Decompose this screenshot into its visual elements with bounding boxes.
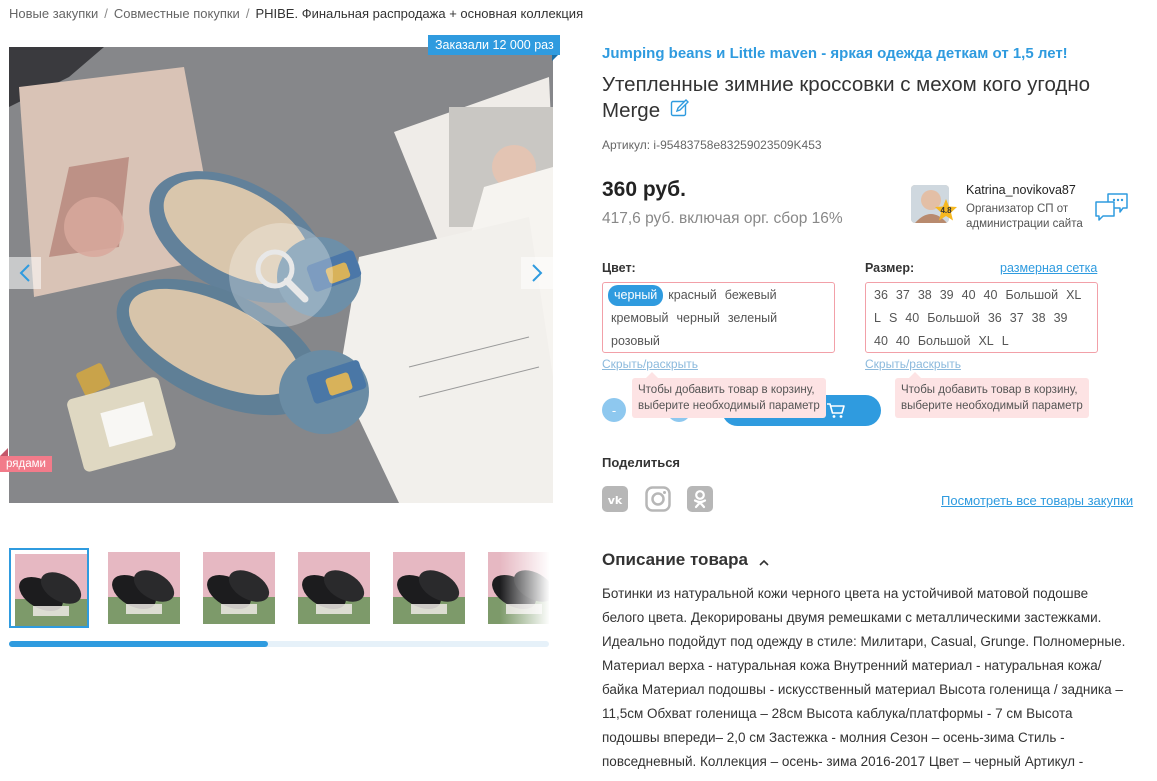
color-toggle-link[interactable]: Скрыть/раскрыть [602, 357, 698, 371]
tooltip-line: выберите необходимый параметр [638, 400, 820, 412]
ryadami-badge: рядами [0, 456, 52, 472]
chat-button[interactable] [1094, 191, 1130, 228]
size-option[interactable]: 39 [937, 285, 957, 306]
edit-icon[interactable] [670, 98, 690, 125]
price-with-fee: 417,6 руб. включая орг. сбор 16% [602, 210, 843, 227]
quantity-minus-button[interactable]: - [602, 398, 626, 422]
magnifier-icon [255, 249, 309, 303]
all-goods-link[interactable]: Посмотреть все товары закупки [941, 493, 1133, 508]
product-article: Артикул: i-95483758e83259023509K453 [602, 138, 822, 152]
size-option[interactable]: 40 [959, 285, 979, 306]
color-label: Цвет: [602, 261, 636, 275]
color-option[interactable]: черный [608, 285, 664, 306]
color-option[interactable]: бежевый [722, 285, 780, 306]
organizer-name[interactable]: Katrina_novikova87 [966, 183, 1076, 197]
size-option[interactable]: Большой [915, 331, 974, 352]
color-option[interactable]: черный [674, 308, 723, 329]
size-option[interactable]: 36 [871, 285, 891, 306]
size-option[interactable]: L [871, 308, 884, 329]
thumbnail-image [108, 552, 180, 624]
chevron-left-icon [19, 264, 30, 282]
ordered-count-badge: Заказали 12 000 раз [428, 35, 560, 55]
badge-fold [0, 448, 8, 456]
vk-icon[interactable]: vk [602, 486, 628, 512]
share-label: Поделиться [602, 455, 681, 470]
size-option[interactable]: 40 [981, 285, 1001, 306]
color-option[interactable]: розовый [608, 331, 663, 352]
size-required-tooltip: Чтобы добавить товар в корзину, выберите… [895, 372, 1089, 418]
color-option[interactable]: кремовый [608, 308, 672, 329]
size-option[interactable]: 40 [893, 331, 913, 352]
breadcrumb-item[interactable]: Новые закупки [9, 6, 98, 21]
tooltip-line: Чтобы добавить товар в корзину, [638, 384, 815, 396]
gallery-next-button[interactable] [521, 257, 553, 289]
product-title: Утепленные зимние кроссовки с мехом кого… [602, 72, 1142, 125]
thumbnail[interactable] [199, 548, 279, 628]
instagram-icon[interactable] [645, 486, 671, 512]
thumbnail-strip [9, 548, 549, 628]
tooltip-line: Чтобы добавить товар в корзину, [901, 384, 1078, 396]
chevron-up-icon [758, 551, 770, 571]
breadcrumb-separator: / [245, 6, 250, 21]
thumbnail-image [15, 554, 87, 626]
chat-bubbles-icon [1095, 193, 1128, 221]
breadcrumb-separator: / [104, 6, 108, 21]
thumbnail-image [298, 552, 370, 624]
svg-text:vk: vk [608, 494, 623, 507]
organizer-rating: 4.8 [940, 205, 952, 215]
size-option[interactable]: XL [1063, 285, 1084, 306]
size-option[interactable]: 40 [871, 331, 891, 352]
organizer-description: Организатор СП от администрации сайта [966, 203, 1083, 230]
size-option[interactable]: XL [975, 331, 996, 352]
size-option[interactable]: 37 [1007, 308, 1027, 329]
description-title: Описание товара [602, 550, 748, 569]
thumbnail[interactable] [294, 548, 374, 628]
size-option[interactable]: Большой [1002, 285, 1061, 306]
color-option[interactable]: красный [665, 285, 720, 306]
size-option[interactable]: 40 [902, 308, 922, 329]
zoom-button[interactable] [229, 223, 333, 327]
size-option[interactable]: 36 [985, 308, 1005, 329]
promo-link[interactable]: Jumping beans и Little maven - яркая оде… [602, 45, 1068, 62]
breadcrumb-current[interactable]: PHIBE. Финальная распродажа + основная к… [255, 6, 583, 21]
size-toggle-link[interactable]: Скрыть/раскрыть [865, 357, 961, 371]
size-option[interactable]: L [999, 331, 1012, 352]
organizer-rating-badge: 4.8 [934, 198, 958, 222]
tooltip-line: выберите необходимый параметр [901, 400, 1083, 412]
chevron-right-icon [532, 264, 543, 282]
color-options: черный красный бежевыйкремовый черный зелены… [602, 282, 835, 353]
size-option[interactable]: S [886, 308, 900, 329]
description-header[interactable]: Описание товара [602, 550, 770, 571]
size-option[interactable]: 38 [1029, 308, 1049, 329]
thumbnail[interactable] [104, 548, 184, 628]
thumbnail-image [393, 552, 465, 624]
size-options: 36 37 38 39 40 40 Большой XLL S 40 Большой 36 37 38 39… [865, 282, 1098, 353]
color-required-tooltip: Чтобы добавить товар в корзину, выберите… [632, 372, 826, 418]
size-option[interactable]: 37 [893, 285, 913, 306]
odnoklassniki-icon[interactable] [687, 486, 713, 512]
scrollbar-thumb[interactable] [9, 641, 269, 647]
price: 360 руб. [602, 178, 686, 201]
thumbnail-image [203, 552, 275, 624]
thumbnail[interactable] [9, 548, 89, 628]
size-option[interactable]: Большой [924, 308, 983, 329]
color-option[interactable]: зеленый [725, 308, 780, 329]
size-label: Размер: [865, 261, 915, 275]
thumbnail-fade [500, 548, 550, 628]
size-chart-link[interactable]: размерная сетка [1000, 261, 1097, 275]
thumbnail-scrollbar[interactable] [9, 641, 549, 647]
description-text: Ботинки из натуральной кожи черного цвет… [602, 586, 1126, 769]
breadcrumb: Новые закупки / Совместные покупки / PHIBE. … [9, 6, 583, 21]
gallery-prev-button[interactable] [9, 257, 41, 289]
size-option[interactable]: 38 [915, 285, 935, 306]
cart-icon [827, 403, 845, 418]
size-option[interactable]: 39 [1051, 308, 1071, 329]
breadcrumb-item[interactable]: Совместные покупки [114, 6, 240, 21]
thumbnail[interactable] [389, 548, 469, 628]
